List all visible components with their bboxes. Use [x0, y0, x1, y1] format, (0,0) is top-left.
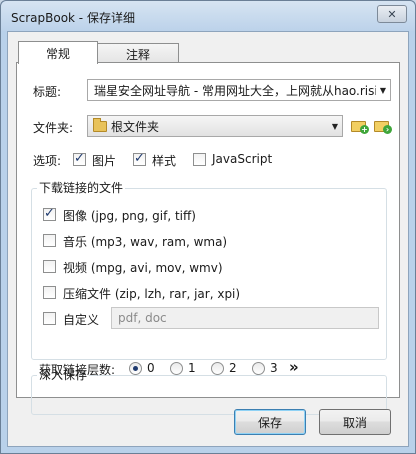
download-music-label: 音乐 (mp3, wav, ram, wma): [63, 235, 228, 249]
download-video-label: 视频 (mpg, avi, mov, wmv): [63, 261, 223, 275]
link-depth-label: 获取链接层数:: [39, 363, 116, 377]
move-folder-button[interactable]: ›: [374, 118, 392, 134]
tab-general[interactable]: 常规: [18, 41, 98, 64]
folder-value: 根文件夹: [111, 119, 160, 134]
download-custom-checkbox[interactable]: [43, 312, 56, 325]
images-option-label: 图片: [92, 154, 117, 168]
new-folder-icon: +: [360, 125, 369, 134]
styles-checkbox[interactable]: [133, 151, 146, 166]
tab-notes-label: 注释: [125, 47, 150, 62]
dialog-window: ScrapBook - 保存详细 ✕ 常规 注释 标题: 瑞星安全网址导航 - …: [0, 0, 416, 454]
download-archive-label: 压缩文件 (zip, lzh, rar, jar, xpi): [63, 287, 241, 301]
tab-general-label: 常规: [45, 46, 70, 61]
download-archive-checkbox[interactable]: [43, 286, 56, 299]
save-button-label: 保存: [257, 415, 282, 430]
close-button[interactable]: ✕: [377, 5, 407, 23]
download-images-label: 图像 (jpg, png, gif, tiff): [63, 209, 196, 223]
depth-3-radio[interactable]: [252, 362, 265, 375]
depth-3-label: 3: [270, 361, 278, 375]
cancel-button[interactable]: 取消: [319, 409, 391, 435]
depth-1-label: 1: [188, 361, 196, 375]
chevron-down-icon: ▼: [331, 121, 339, 131]
close-icon: ✕: [387, 7, 397, 21]
title-value: 瑞星安全网址导航 - 常用网址大全，上网就从hao.rising: [94, 83, 376, 98]
title-label: 标题:: [33, 85, 62, 99]
download-video-checkbox[interactable]: [43, 260, 56, 273]
depth-0-label: 0: [147, 361, 155, 375]
depth-1-radio[interactable]: [170, 362, 183, 375]
download-group-title: 下载链接的文件: [37, 179, 126, 196]
custom-extensions-input[interactable]: pdf, doc: [111, 307, 379, 329]
download-custom-label: 自定义: [63, 313, 100, 327]
depth-2-radio[interactable]: [211, 362, 224, 375]
window-title: ScrapBook - 保存详细: [11, 11, 135, 25]
javascript-checkbox[interactable]: [193, 153, 206, 166]
more-levels-button[interactable]: »: [289, 358, 299, 376]
folder-combobox[interactable]: 根文件夹 ▼: [87, 115, 343, 137]
custom-extensions-placeholder: pdf, doc: [118, 311, 167, 325]
dialog-body: 常规 注释 标题: 瑞星安全网址导航 - 常用网址大全，上网就从hao.risi…: [7, 31, 409, 447]
tab-strip: 常规 注释: [18, 41, 179, 64]
javascript-option-label: JavaScript: [212, 152, 273, 166]
styles-option-label: 样式: [152, 154, 177, 168]
download-images-checkbox[interactable]: [43, 206, 56, 221]
download-music-checkbox[interactable]: [43, 234, 56, 247]
images-checkbox[interactable]: [73, 151, 86, 166]
move-folder-icon: ›: [383, 125, 392, 134]
chevron-down-icon: ▼: [379, 85, 387, 95]
folder-icon: [93, 117, 107, 132]
options-label: 选项:: [33, 154, 62, 168]
depth-2-label: 2: [229, 361, 237, 375]
cancel-button-label: 取消: [342, 415, 367, 430]
depth-0-radio[interactable]: [129, 362, 142, 375]
save-button[interactable]: 保存: [234, 409, 306, 435]
general-panel: 标题: 瑞星安全网址导航 - 常用网址大全，上网就从hao.rising ▼ 文…: [16, 62, 400, 415]
new-folder-button[interactable]: +: [351, 118, 369, 134]
title-combobox[interactable]: 瑞星安全网址导航 - 常用网址大全，上网就从hao.rising ▼: [87, 79, 391, 101]
folder-label: 文件夹:: [33, 121, 74, 135]
tab-notes[interactable]: 注释: [97, 43, 179, 64]
title-bar[interactable]: ScrapBook - 保存详细 ✕: [1, 1, 415, 31]
